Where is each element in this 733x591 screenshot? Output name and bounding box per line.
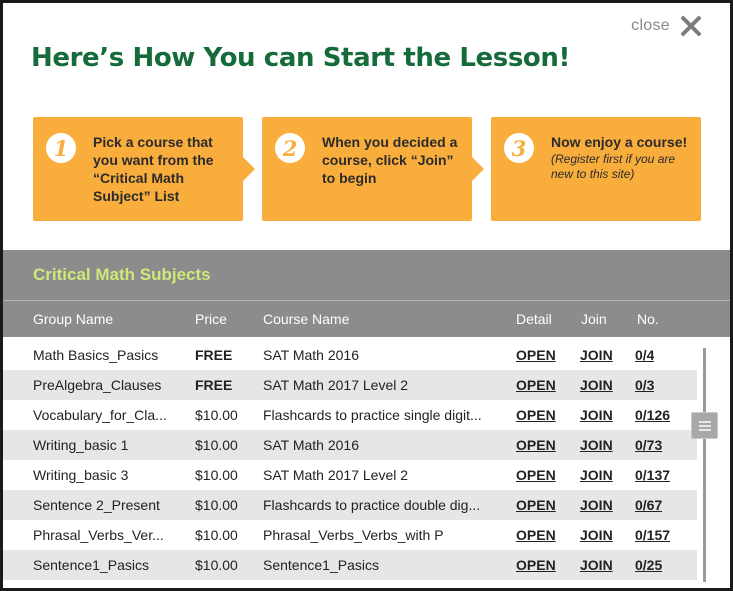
table-row: Sentence 2_Present $10.00 Flashcards to … — [3, 490, 697, 520]
course-name-cell: SAT Math 2016 — [263, 437, 359, 453]
step-instruction: Pick a course that you want from the “Cr… — [93, 134, 214, 204]
step-card-2: 2 When you decided a course, click “Join… — [262, 117, 484, 221]
open-link[interactable]: OPEN — [516, 557, 556, 573]
step-number: 1 — [53, 135, 69, 161]
open-link[interactable]: OPEN — [516, 347, 556, 363]
table-header: Group Name Price Course Name Detail Join… — [3, 300, 730, 337]
join-link[interactable]: JOIN — [580, 437, 613, 453]
join-link[interactable]: JOIN — [580, 347, 613, 363]
table-row: Sentence1_Pasics $10.00 Sentence1_Pasics… — [3, 550, 697, 580]
table-row: PreAlgebra_Clauses FREE SAT Math 2017 Le… — [3, 370, 697, 400]
step-text: Now enjoy a course! (Register first if y… — [551, 133, 691, 182]
price-cell: $10.00 — [195, 407, 238, 423]
subjects-panel: Critical Math Subjects Group Name Price … — [3, 250, 730, 588]
course-name-cell: Sentence1_Pasics — [263, 557, 379, 573]
join-link[interactable]: JOIN — [580, 497, 613, 513]
close-icon[interactable] — [680, 15, 702, 37]
group-name-cell: Sentence 2_Present — [33, 497, 160, 513]
step-instruction: When you decided a course, click “Join” … — [322, 134, 458, 186]
price-cell: $10.00 — [195, 497, 238, 513]
enrollment-count-link[interactable]: 0/157 — [635, 527, 670, 543]
course-name-cell: Phrasal_Verbs_Verbs_with P — [263, 527, 444, 543]
step-number: 2 — [282, 135, 298, 161]
step-text: Pick a course that you want from the “Cr… — [93, 133, 233, 205]
step-card-3: 3 Now enjoy a course! (Register first if… — [491, 117, 701, 221]
column-header-no: No. — [637, 311, 659, 327]
course-name-cell: SAT Math 2017 Level 2 — [263, 467, 409, 483]
step-text: When you decided a course, click “Join” … — [322, 133, 462, 187]
step-number-badge-icon: 1 — [45, 132, 77, 164]
scrollbar-track[interactable] — [703, 348, 706, 582]
page-title: Here’s How You can Start the Lesson! — [31, 43, 570, 73]
table-body: Math Basics_Pasics FREE SAT Math 2016 OP… — [3, 340, 730, 580]
open-link[interactable]: OPEN — [516, 497, 556, 513]
join-link[interactable]: JOIN — [580, 557, 613, 573]
join-link[interactable]: JOIN — [580, 527, 613, 543]
enrollment-count-link[interactable]: 0/67 — [635, 497, 662, 513]
scrollbar-thumb[interactable] — [691, 412, 718, 439]
join-link[interactable]: JOIN — [580, 407, 613, 423]
column-header-course: Course Name — [263, 311, 350, 327]
close-label: close — [631, 17, 670, 34]
column-header-join: Join — [581, 311, 607, 327]
enrollment-count-link[interactable]: 0/3 — [635, 377, 654, 393]
enrollment-count-link[interactable]: 0/126 — [635, 407, 670, 423]
lesson-dialog: close Here’s How You can Start the Lesso… — [0, 0, 733, 591]
course-name-cell: SAT Math 2017 Level 2 — [263, 377, 409, 393]
step-note: (Register first if you are new to this s… — [551, 152, 676, 181]
price-cell: $10.00 — [195, 467, 238, 483]
table-row: Math Basics_Pasics FREE SAT Math 2016 OP… — [3, 340, 697, 370]
table-row: Vocabulary_for_Cla... $10.00 Flashcards … — [3, 400, 697, 430]
table-row: Writing_basic 1 $10.00 SAT Math 2016 OPE… — [3, 430, 697, 460]
open-link[interactable]: OPEN — [516, 377, 556, 393]
open-link[interactable]: OPEN — [516, 527, 556, 543]
open-link[interactable]: OPEN — [516, 407, 556, 423]
group-name-cell: Writing_basic 1 — [33, 437, 129, 453]
steps-section: 1 Pick a course that you want from the “… — [33, 117, 705, 221]
join-link[interactable]: JOIN — [580, 467, 613, 483]
enrollment-count-link[interactable]: 0/4 — [635, 347, 654, 363]
step-number: 3 — [511, 135, 527, 161]
price-cell: FREE — [195, 377, 233, 393]
step-card-1: 1 Pick a course that you want from the “… — [33, 117, 255, 221]
enrollment-count-link[interactable]: 0/73 — [635, 437, 662, 453]
table-row: Writing_basic 3 $10.00 SAT Math 2017 Lev… — [3, 460, 697, 490]
table-row: Phrasal_Verbs_Ver... $10.00 Phrasal_Verb… — [3, 520, 697, 550]
course-name-cell: Flashcards to practice single digit... — [263, 407, 482, 423]
group-name-cell: Writing_basic 3 — [33, 467, 129, 483]
group-name-cell: Sentence1_Pasics — [33, 557, 149, 573]
price-cell: $10.00 — [195, 527, 238, 543]
enrollment-count-link[interactable]: 0/137 — [635, 467, 670, 483]
enrollment-count-link[interactable]: 0/25 — [635, 557, 662, 573]
group-name-cell: PreAlgebra_Clauses — [33, 377, 162, 393]
column-header-price: Price — [195, 311, 227, 327]
step-number-badge-icon: 3 — [503, 132, 535, 164]
join-link[interactable]: JOIN — [580, 377, 613, 393]
course-name-cell: Flashcards to practice double dig... — [263, 497, 481, 513]
price-cell: $10.00 — [195, 437, 238, 453]
panel-title: Critical Math Subjects — [33, 265, 211, 284]
step-instruction: Now enjoy a course! — [551, 134, 688, 150]
open-link[interactable]: OPEN — [516, 437, 556, 453]
close-button[interactable]: close — [631, 15, 702, 37]
column-header-detail: Detail — [516, 311, 552, 327]
open-link[interactable]: OPEN — [516, 467, 556, 483]
price-cell: $10.00 — [195, 557, 238, 573]
course-name-cell: SAT Math 2016 — [263, 347, 359, 363]
group-name-cell: Phrasal_Verbs_Ver... — [33, 527, 164, 543]
group-name-cell: Math Basics_Pasics — [33, 347, 159, 363]
panel-title-bar: Critical Math Subjects — [3, 250, 730, 300]
group-name-cell: Vocabulary_for_Cla... — [33, 407, 167, 423]
step-number-badge-icon: 2 — [274, 132, 306, 164]
column-header-group: Group Name — [33, 311, 114, 327]
price-cell: FREE — [195, 347, 233, 363]
